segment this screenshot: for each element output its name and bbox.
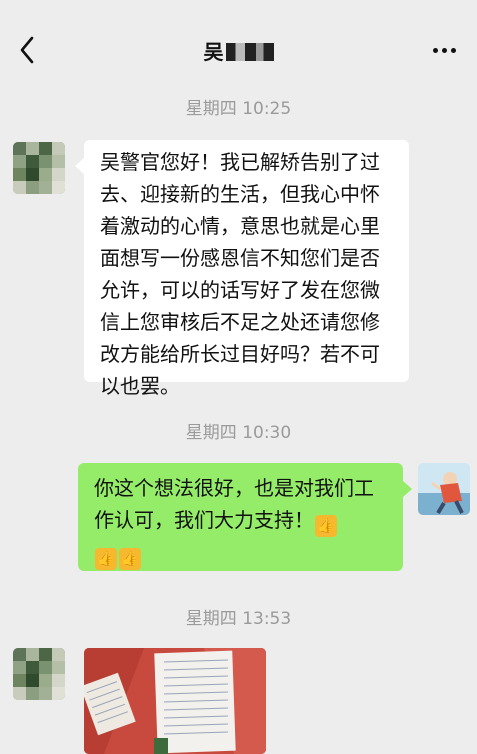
my-avatar[interactable] xyxy=(418,463,470,515)
message-bubble-outgoing[interactable]: 你这个想法很好，也是对我们工作认可，我们大力支持！ 👍 👍 👍 xyxy=(78,463,412,571)
contact-avatar[interactable] xyxy=(13,648,65,700)
message-text: 吴警官您好！我已解矫告别了过去、迎接新的生活，但我心中怀着激动的心情，意思也就是… xyxy=(100,150,380,398)
thumbs-up-icon: 👍 xyxy=(315,515,337,537)
more-dots-icon[interactable] xyxy=(431,40,459,60)
chat-title: 吴 xyxy=(0,36,477,65)
message-bubble-incoming[interactable]: 吴警官您好！我已解矫告别了过去、迎接新的生活，但我心中怀着激动的心情，意思也就是… xyxy=(75,140,409,398)
top-bar: 吴 xyxy=(0,0,477,84)
timestamp: 星期四 10:30 xyxy=(185,423,292,443)
timestamp: 星期四 10:25 xyxy=(185,99,292,119)
redacted-name xyxy=(225,43,274,61)
timestamp: 星期四 13:53 xyxy=(185,609,292,629)
thumbs-up-icon: 👍 xyxy=(119,548,141,570)
thumbs-up-icon: 👍 xyxy=(95,548,117,570)
chat-title-text: 吴 xyxy=(203,40,224,64)
contact-avatar[interactable] xyxy=(13,142,65,194)
letter-photo-icon[interactable] xyxy=(84,648,266,754)
